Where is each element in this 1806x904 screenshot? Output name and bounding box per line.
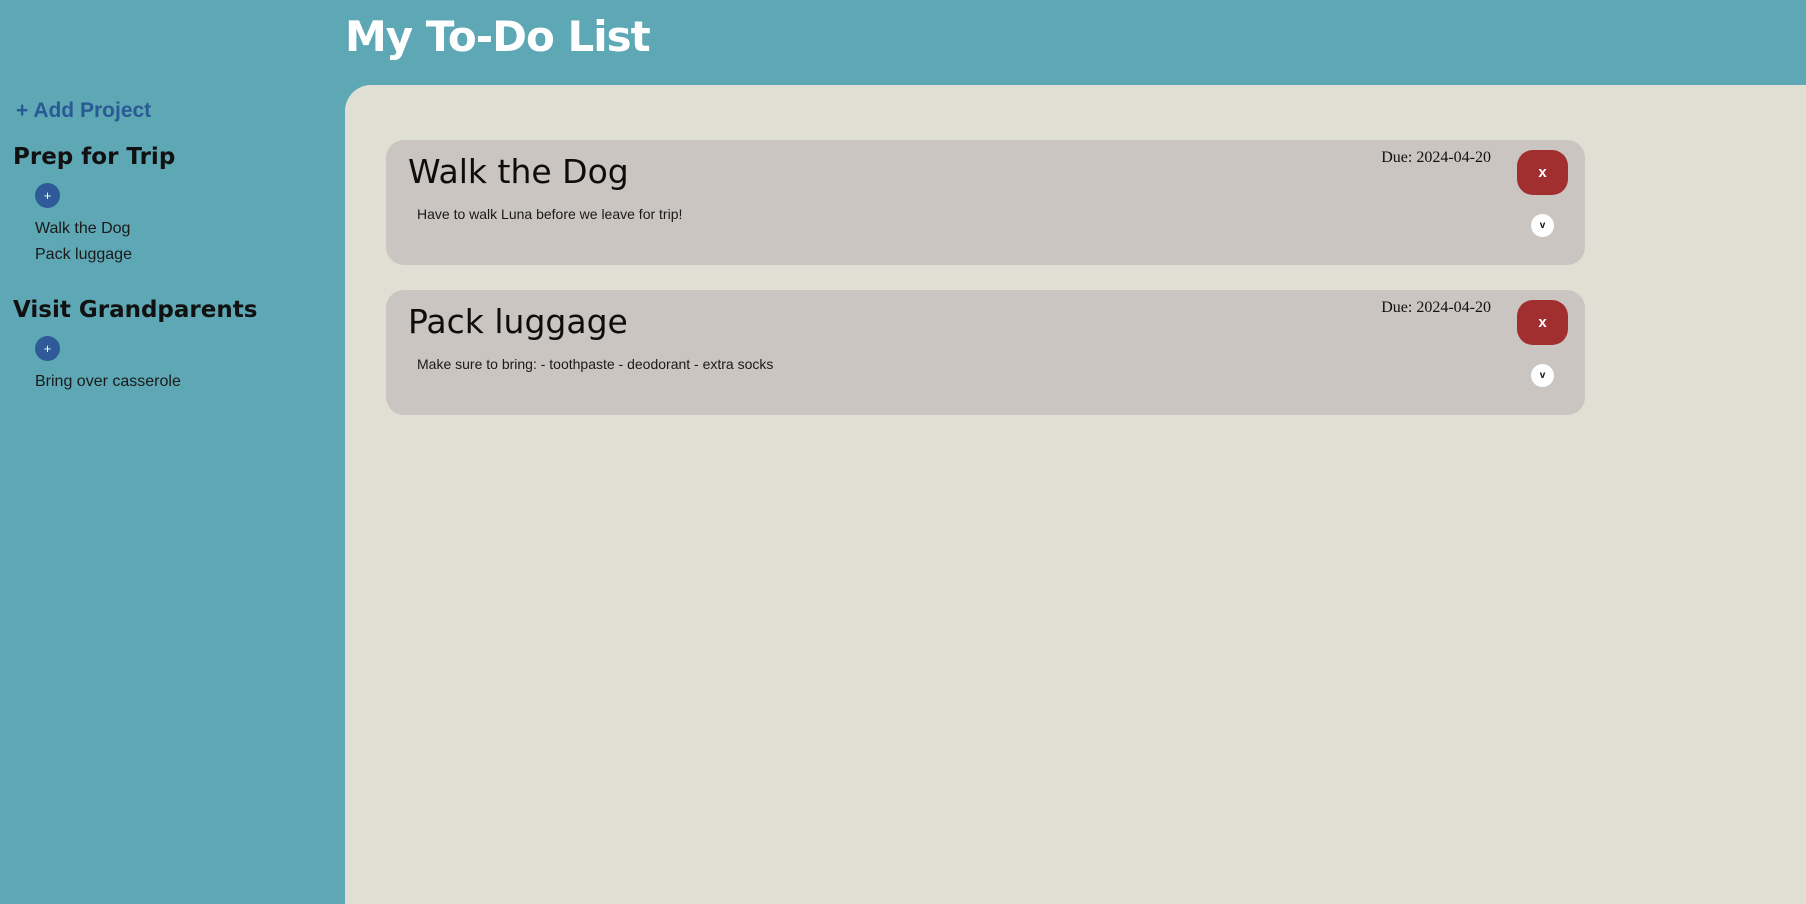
todo-card-due-date: Due: 2024-04-20 [1381, 149, 1491, 166]
add-todo-button[interactable]: + [35, 183, 60, 209]
todo-card: Pack luggage Make sure to bring: - tooth… [386, 290, 1585, 415]
project-title[interactable]: Prep for Trip [13, 144, 333, 170]
chevron-down-icon[interactable]: v [1531, 214, 1554, 237]
add-todo-button[interactable]: + [35, 336, 60, 362]
project-visit-grandparents: Visit Grandparents + Bring over casserol… [13, 297, 333, 395]
sidebar-todo-item[interactable]: Bring over casserole [35, 369, 333, 395]
todo-list: Walk the Dog Pack luggage [35, 216, 333, 268]
sidebar-todo-item[interactable]: Pack luggage [35, 242, 333, 268]
add-project-button[interactable]: + Add Project [16, 99, 151, 123]
app-title: My To-Do List [345, 12, 651, 61]
todo-card: Walk the Dog Have to walk Luna before we… [386, 140, 1585, 265]
delete-todo-button[interactable]: x [1517, 150, 1568, 195]
chevron-down-icon[interactable]: v [1531, 364, 1554, 387]
todo-card-title: Walk the Dog [408, 152, 629, 191]
app-header: My To-Do List [0, 0, 1806, 85]
todo-card-description: Make sure to bring: - toothpaste - deodo… [417, 356, 774, 372]
delete-todo-button[interactable]: x [1517, 300, 1568, 345]
todo-card-description: Have to walk Luna before we leave for tr… [417, 206, 683, 222]
todo-card-title: Pack luggage [408, 302, 628, 341]
todo-list: Bring over casserole [35, 369, 333, 395]
sidebar: + Add Project Prep for Trip + Walk the D… [0, 85, 345, 904]
sidebar-todo-item[interactable]: Walk the Dog [35, 216, 333, 242]
project-title[interactable]: Visit Grandparents [13, 297, 333, 323]
todo-card-due-date: Due: 2024-04-20 [1381, 299, 1491, 316]
project-prep-for-trip: Prep for Trip + Walk the Dog Pack luggag… [13, 144, 333, 268]
main-content: Walk the Dog Have to walk Luna before we… [345, 85, 1806, 904]
